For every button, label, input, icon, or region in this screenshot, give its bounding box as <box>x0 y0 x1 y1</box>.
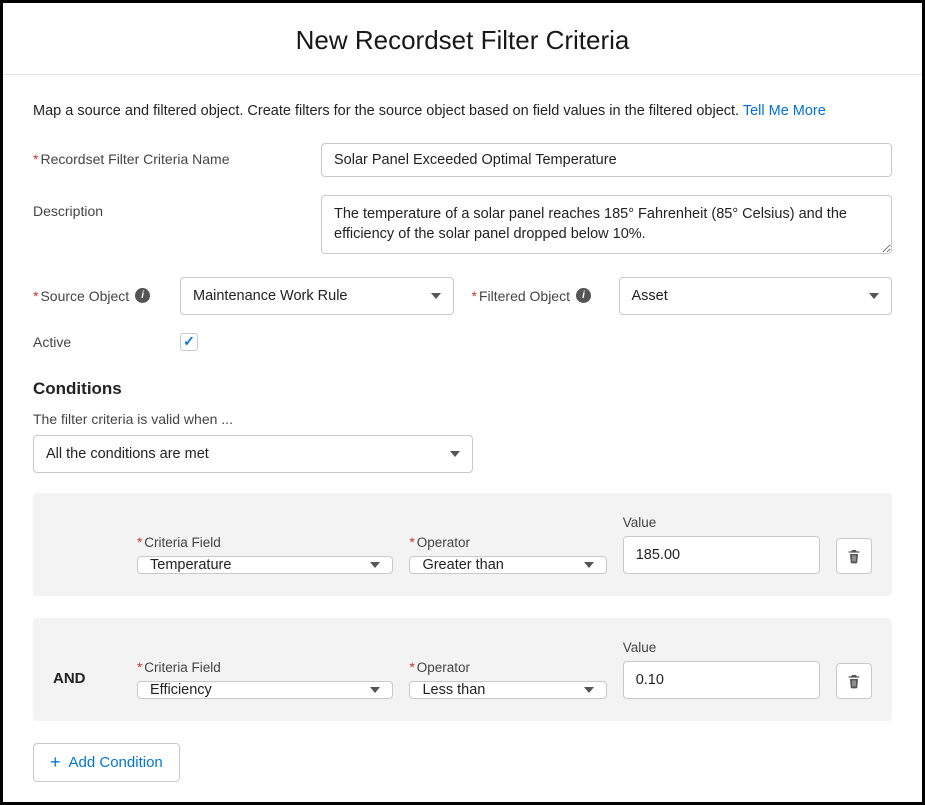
value-label: Value <box>623 515 820 530</box>
value-input[interactable] <box>623 536 820 574</box>
chevron-down-icon <box>584 562 594 568</box>
condition-row: AND *Criteria Field Efficiency *Operator… <box>33 618 892 721</box>
operator-select[interactable]: Less than <box>409 681 606 699</box>
add-condition-button[interactable]: + Add Condition <box>33 743 180 782</box>
info-icon[interactable]: i <box>135 288 150 303</box>
add-condition-label: Add Condition <box>69 754 163 771</box>
chevron-down-icon <box>370 562 380 568</box>
chevron-down-icon <box>431 293 441 299</box>
source-object-select[interactable]: Maintenance Work Rule <box>180 277 454 315</box>
operator-label: *Operator <box>409 660 606 675</box>
criteria-field-value: Temperature <box>150 557 231 573</box>
name-row: *Recordset Filter Criteria Name <box>33 143 892 177</box>
criteria-field-label: *Criteria Field <box>137 535 393 550</box>
intro-text: Map a source and filtered object. Create… <box>33 103 892 119</box>
plus-icon: + <box>50 752 61 773</box>
check-icon: ✓ <box>183 333 195 350</box>
criteria-field-select[interactable]: Temperature <box>137 556 393 574</box>
chevron-down-icon <box>584 687 594 693</box>
filtered-object-label: *Filtered Object i <box>472 288 607 304</box>
description-label: Description <box>33 195 321 219</box>
page-title: New Recordset Filter Criteria <box>3 3 922 74</box>
operator-select[interactable]: Greater than <box>409 556 606 574</box>
description-input[interactable]: The temperature of a solar panel reaches… <box>321 195 892 254</box>
validity-select[interactable]: All the conditions are met <box>33 435 473 473</box>
delete-condition-button[interactable] <box>836 538 872 574</box>
filtered-object-select[interactable]: Asset <box>619 277 893 315</box>
criteria-field-select[interactable]: Efficiency <box>137 681 393 699</box>
conditions-hint: The filter criteria is valid when ... <box>33 411 892 427</box>
validity-value: All the conditions are met <box>46 446 209 462</box>
chevron-down-icon <box>869 293 879 299</box>
chevron-down-icon <box>370 687 380 693</box>
trash-icon <box>846 548 862 564</box>
logic-operator: AND <box>53 670 121 699</box>
active-checkbox[interactable]: ✓ <box>180 333 198 351</box>
criteria-field-label: *Criteria Field <box>137 660 393 675</box>
operator-label: *Operator <box>409 535 606 550</box>
condition-row: *Criteria Field Temperature *Operator Gr… <box>33 493 892 596</box>
name-input[interactable] <box>321 143 892 177</box>
criteria-field-value: Efficiency <box>150 682 212 698</box>
description-row: Description The temperature of a solar p… <box>33 195 892 259</box>
active-label: Active <box>33 334 180 350</box>
value-input[interactable] <box>623 661 820 699</box>
intro-copy: Map a source and filtered object. Create… <box>33 103 743 119</box>
logic-spacer <box>53 562 121 574</box>
conditions-heading: Conditions <box>33 379 892 399</box>
chevron-down-icon <box>450 451 460 457</box>
tell-me-more-link[interactable]: Tell Me More <box>743 103 826 119</box>
delete-condition-button[interactable] <box>836 663 872 699</box>
info-icon[interactable]: i <box>576 288 591 303</box>
source-object-label: *Source Object i <box>33 288 168 304</box>
source-object-value: Maintenance Work Rule <box>193 288 347 304</box>
operator-value: Greater than <box>422 557 503 573</box>
name-label: *Recordset Filter Criteria Name <box>33 143 321 167</box>
trash-icon <box>846 673 862 689</box>
divider <box>3 74 922 75</box>
value-label: Value <box>623 640 820 655</box>
operator-value: Less than <box>422 682 485 698</box>
filtered-object-value: Asset <box>632 288 668 304</box>
